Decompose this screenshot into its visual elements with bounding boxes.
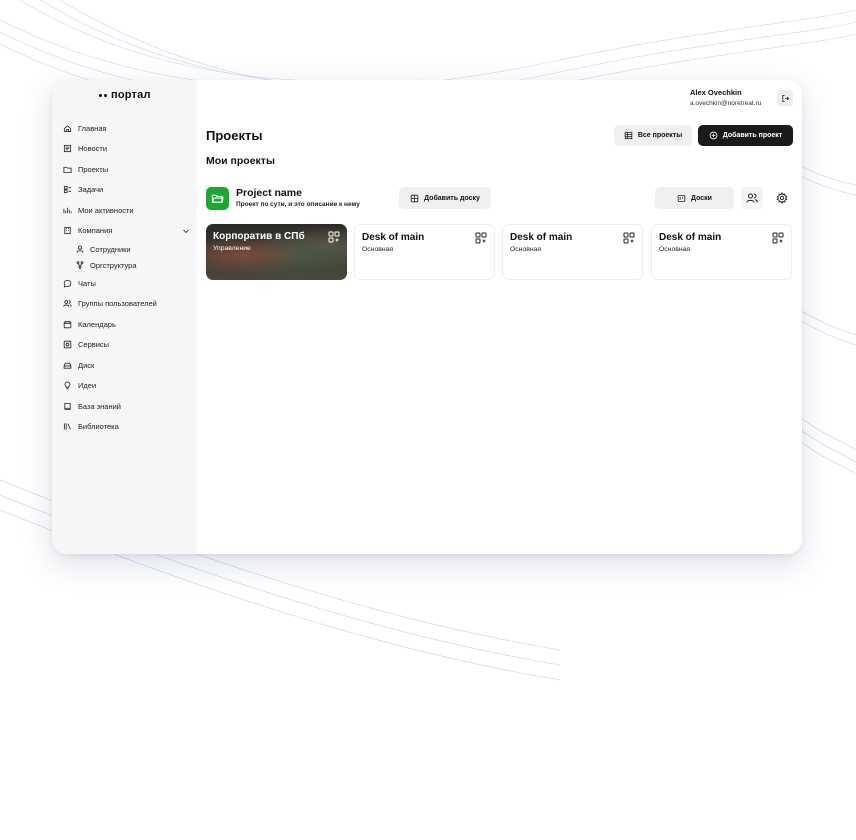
- project-description: Проект по сути, и это описание к нему: [236, 201, 360, 208]
- sidebar-item-services[interactable]: Сервисы: [62, 335, 190, 356]
- org-structure-icon: [76, 261, 85, 270]
- sidebar-subitem-org-structure[interactable]: Оргструктура: [62, 257, 190, 273]
- tasks-icon: [62, 185, 72, 195]
- person-icon: [76, 245, 85, 254]
- sidebar-item-label: Задачи: [78, 185, 104, 195]
- users-icon: [62, 299, 72, 309]
- users-icon: [746, 193, 758, 203]
- sidebar-item-calendar[interactable]: Календарь: [62, 314, 190, 335]
- page-title: Проекты: [206, 128, 263, 143]
- sidebar: портал Главная Новости Проекты Задачи Мо…: [52, 80, 197, 554]
- app-window: портал Главная Новости Проекты Задачи Мо…: [52, 80, 802, 554]
- gear-icon: [776, 192, 788, 204]
- sidebar-item-home[interactable]: Главная: [62, 118, 190, 139]
- sidebar-item-activity[interactable]: Мои активности: [62, 200, 190, 221]
- project-folder-icon: [206, 187, 229, 210]
- board-title: Корпоратив в СПб: [213, 231, 305, 242]
- boards-button[interactable]: Доски: [655, 187, 734, 209]
- board-card[interactable]: Desk of main Основная: [354, 224, 495, 280]
- logout-icon: [781, 94, 789, 102]
- sidebar-item-user-groups[interactable]: Группы пользователей: [62, 294, 190, 315]
- grid-icon[interactable]: [623, 232, 635, 244]
- lightbulb-icon: [62, 381, 72, 391]
- sidebar-item-label: Новости: [78, 144, 108, 154]
- board-title: Desk of main: [362, 232, 425, 243]
- sidebar-item-label: Компания: [78, 226, 113, 236]
- board-subtitle: Управление: [213, 245, 251, 252]
- all-projects-button[interactable]: Все проекты: [614, 125, 692, 146]
- add-board-button[interactable]: Добавить доску: [399, 187, 491, 209]
- grid-icon[interactable]: [328, 231, 340, 243]
- board-subtitle: Основная: [510, 246, 542, 253]
- project-name[interactable]: Project name: [236, 187, 302, 199]
- sidebar-item-label: Библиотека: [78, 422, 119, 432]
- project-members-button[interactable]: [741, 187, 763, 209]
- logo-dots-icon: [99, 93, 107, 97]
- sidebar-item-label: Мои активности: [78, 205, 134, 215]
- sidebar-item-projects[interactable]: Проекты: [62, 159, 190, 180]
- sidebar-item-label: Группы пользователей: [78, 299, 157, 309]
- services-icon: [62, 340, 72, 350]
- sidebar-item-label: Главная: [78, 123, 107, 133]
- sidebar-item-label: Чаты: [78, 278, 96, 288]
- chat-icon: [62, 278, 72, 288]
- sidebar-item-disk[interactable]: Диск: [62, 355, 190, 376]
- add-board-icon: [410, 194, 419, 202]
- sidebar-item-label: Диск: [78, 360, 95, 370]
- sidebar-subitem-label: Сотрудники: [90, 244, 131, 254]
- plus-circle-icon: [709, 131, 718, 140]
- user-info[interactable]: Alex Ovechkin a.ovechkin@noretreat.ru: [690, 88, 761, 107]
- chevron-down-icon[interactable]: [182, 227, 190, 235]
- add-project-label: Добавить проект: [722, 132, 783, 139]
- sidebar-item-tasks[interactable]: Задачи: [62, 180, 190, 201]
- sidebar-item-chats[interactable]: Чаты: [62, 273, 190, 294]
- sidebar-item-company[interactable]: Компания: [62, 221, 190, 242]
- logout-button[interactable]: [777, 90, 793, 106]
- disk-icon: [62, 360, 72, 370]
- news-icon: [62, 144, 72, 154]
- sidebar-item-library[interactable]: Библиотека: [62, 417, 190, 438]
- calendar-icon: [62, 319, 72, 329]
- folder-icon: [62, 164, 72, 174]
- grid-icon[interactable]: [475, 232, 487, 244]
- user-name: Alex Ovechkin: [690, 88, 742, 97]
- sidebar-item-label: Календарь: [78, 319, 116, 329]
- sidebar-item-knowledge-base[interactable]: База знаний: [62, 396, 190, 417]
- sidebar-subitem-employees[interactable]: Сотрудники: [62, 241, 190, 257]
- sidebar-nav: Главная Новости Проекты Задачи Мои актив…: [62, 118, 190, 437]
- sidebar-subitem-label: Оргструктура: [90, 260, 137, 270]
- board-card[interactable]: Desk of main Основная: [651, 224, 792, 280]
- board-card[interactable]: Desk of main Основная: [502, 224, 643, 280]
- all-projects-label: Все проекты: [637, 132, 683, 139]
- logo-text: портал: [111, 89, 151, 101]
- grid-icon[interactable]: [772, 232, 784, 244]
- activity-icon: [62, 205, 72, 215]
- sidebar-item-label: Идеи: [78, 381, 97, 391]
- board-icon: [677, 194, 686, 202]
- sidebar-item-ideas[interactable]: Идеи: [62, 376, 190, 397]
- add-project-button[interactable]: Добавить проект: [698, 125, 793, 146]
- logo[interactable]: портал: [99, 89, 151, 101]
- boards-label: Доски: [691, 194, 712, 202]
- sidebar-item-news[interactable]: Новости: [62, 139, 190, 160]
- section-title: Мои проекты: [206, 155, 275, 167]
- board-title: Desk of main: [510, 232, 573, 243]
- sidebar-item-label: Сервисы: [78, 340, 110, 350]
- board-card[interactable]: Корпоратив в СПб Управление: [206, 224, 347, 280]
- sidebar-item-label: База знаний: [78, 401, 121, 411]
- board-subtitle: Основная: [659, 246, 691, 253]
- board-subtitle: Основная: [362, 246, 394, 253]
- user-email: a.ovechkin@noretreat.ru: [690, 100, 762, 107]
- table-icon: [624, 131, 633, 140]
- book-icon: [62, 401, 72, 411]
- project-settings-button[interactable]: [771, 187, 793, 209]
- library-icon: [62, 422, 72, 432]
- board-title: Desk of main: [659, 232, 722, 243]
- home-icon: [62, 123, 72, 133]
- add-board-label: Добавить доску: [424, 194, 480, 202]
- building-icon: [62, 226, 72, 236]
- sidebar-item-label: Проекты: [78, 164, 109, 174]
